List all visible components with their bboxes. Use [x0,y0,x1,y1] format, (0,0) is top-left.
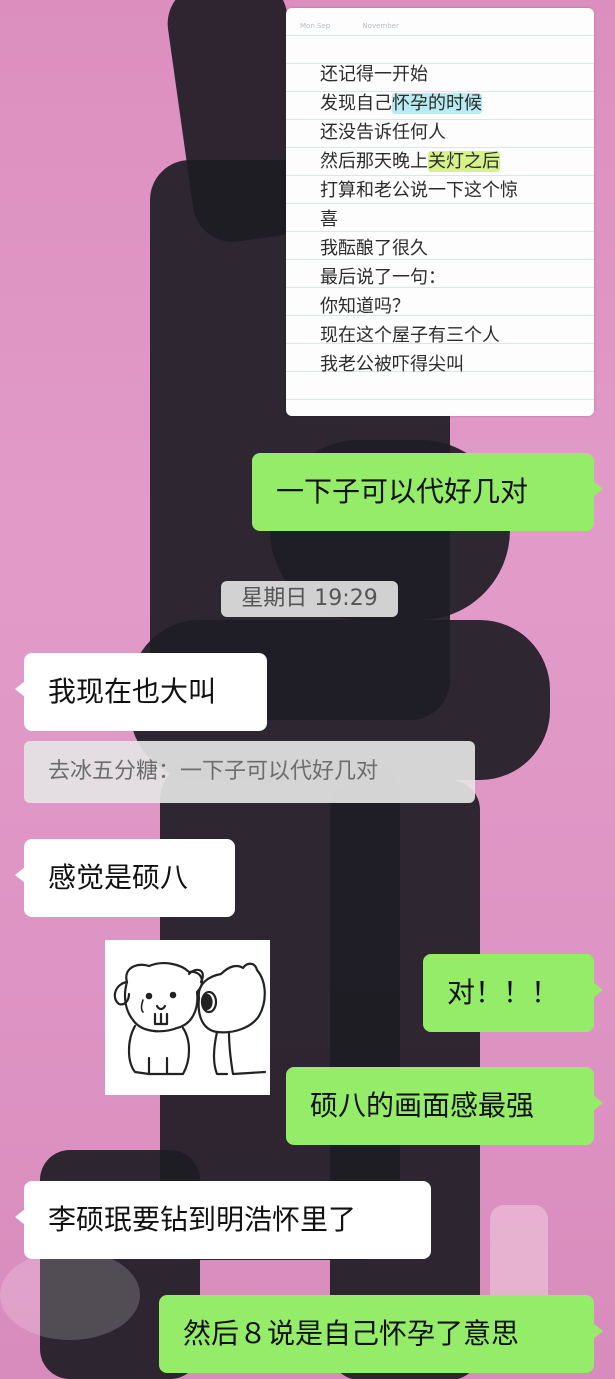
note-line: 你知道吗？ [320,292,580,321]
note-line: 然后那天晚上关灯之后 [320,147,580,176]
note-line-text: 我酝酿了很久 [320,238,428,259]
note-line-text: 现在这个屋子有三个人 [320,325,500,346]
message-text: 一下子可以代好几对 [276,475,529,508]
note-highlight: 怀孕的时候 [392,93,482,114]
note-line: 打算和老公说一下这个惊 [320,176,580,205]
sent-message-bubble[interactable]: 然后８说是自己怀孕了意思 [159,1295,603,1373]
note-line-text: 你知道吗？ [320,296,410,317]
note-text: 还记得一开始 发现自己怀孕的时候 还没告诉任何人 然后那天晚上关灯之后 打算和老公说一下… [320,60,580,379]
chat-area[interactable]: Mon Sep November 还记得一开始 发现自己怀孕的时候 还没告诉任何人然… [0,0,615,1379]
received-message-bubble[interactable]: 我现在也大叫 [15,653,267,731]
note-header: Mon Sep November [300,22,429,30]
received-message-bubble[interactable]: 感觉是硕八 [15,839,235,917]
timestamp-label: 星期日 19:29 [221,581,398,617]
note-header-left: Mon Sep [300,22,331,30]
note-line-text: 打算和老公说一下这个惊 [320,180,518,201]
message-text: 然后８说是自己怀孕了意思 [183,1317,520,1350]
note-line: 最后说了一句： [320,263,580,292]
puppy-sticker-icon [113,962,267,1076]
note-line-text: 我老公被吓得尖叫 [320,354,464,375]
quoted-reply[interactable]: 去冰五分糖：一下子可以代好几对 [24,741,475,803]
note-line-text: 发现自己 [320,93,392,114]
message-text: 李硕珉要钻到明浩怀里了 [48,1203,357,1236]
sent-message-bubble[interactable]: 对！！！ [423,954,603,1032]
note-line: 还记得一开始 [320,60,580,89]
received-message-bubble[interactable]: 李硕珉要钻到明浩怀里了 [15,1181,431,1259]
note-highlight: 关灯之后 [428,151,500,172]
note-line-text: 然后那天晚上 [320,151,428,172]
message-text: 硕八的画面感最强 [310,1089,535,1122]
note-line-text: 还没告诉任何人 [320,122,446,143]
note-line-text: 最后说了一句： [320,267,446,288]
two-puppies-sticker[interactable] [105,940,270,1095]
message-text: 感觉是硕八 [48,861,189,894]
note-line: 发现自己怀孕的时候 [320,89,580,118]
sent-message-bubble[interactable]: 硕八的画面感最强 [286,1067,603,1145]
message-text: 对！！！ [447,976,560,1009]
note-image-message[interactable]: Mon Sep November 还记得一开始 发现自己怀孕的时候 还没告诉任何人然… [286,8,594,416]
note-header-right: November [362,22,399,30]
sent-message-bubble[interactable]: 一下子可以代好几对 [252,453,603,531]
note-line-text: 还记得一开始 [320,64,428,85]
note-line: 我老公被吓得尖叫 [320,350,580,379]
note-line: 现在这个屋子有三个人 [320,321,580,350]
note-line: 我酝酿了很久 [320,234,580,263]
note-line-text: 喜 [320,209,338,230]
message-text: 我现在也大叫 [48,675,217,708]
note-line: 喜 [320,205,580,234]
note-line: 还没告诉任何人 [320,118,580,147]
